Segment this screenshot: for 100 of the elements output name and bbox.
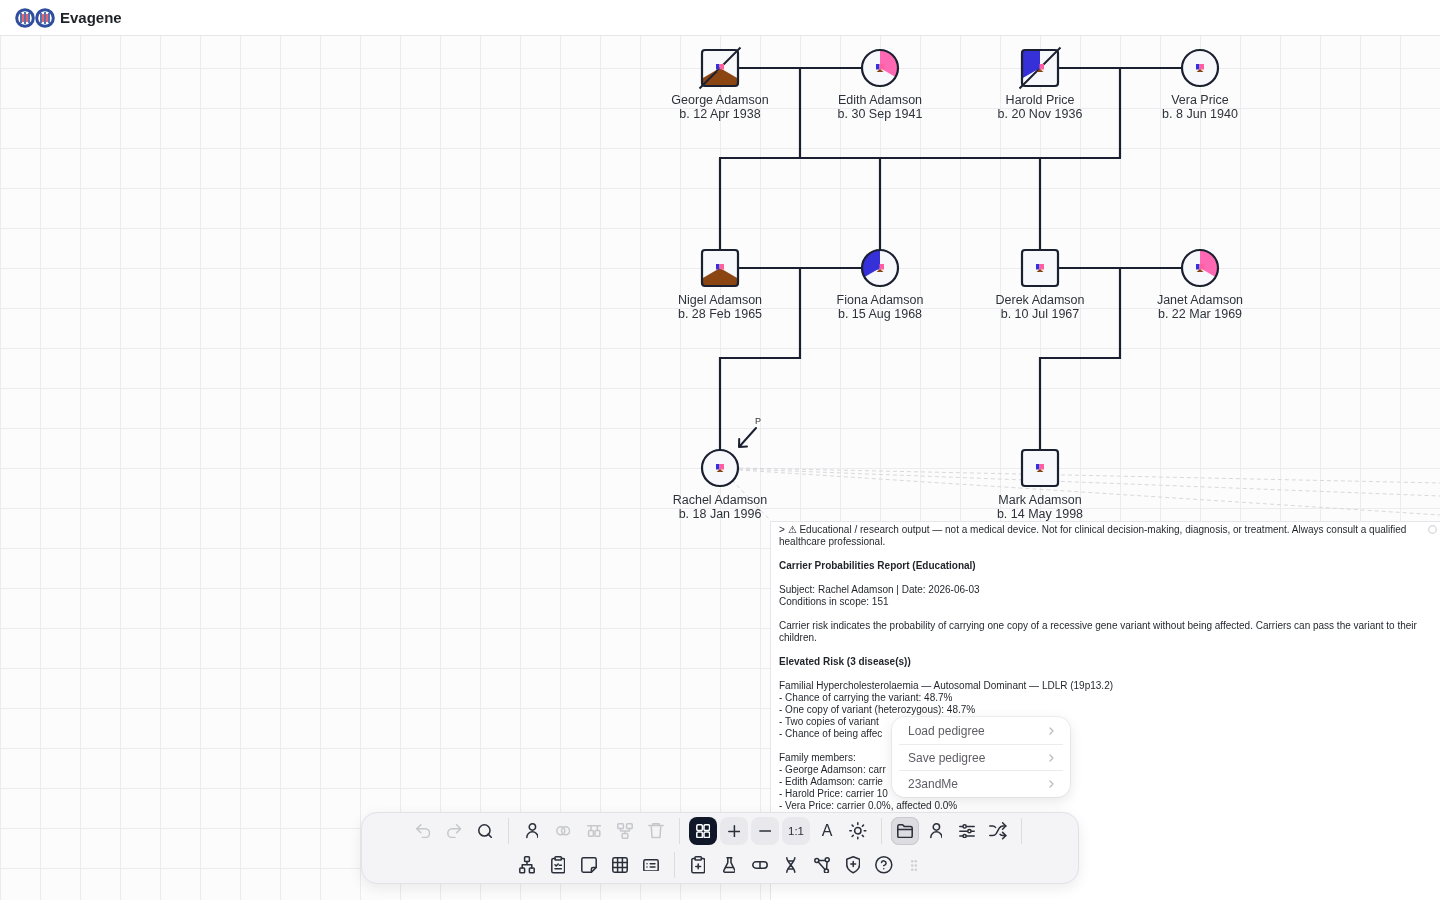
report-heading: Elevated Risk (3 disease(s)) — [779, 656, 912, 668]
person-name: Mark Adamson — [998, 493, 1082, 507]
help-icon — [875, 856, 893, 874]
person-name: Nigel Adamson — [677, 293, 763, 307]
person-name: Rachel Adamson — [672, 493, 768, 507]
redo-arrow-icon — [446, 823, 462, 839]
male-square-symbol[interactable] — [1018, 246, 1062, 290]
person-name: Fiona Adamson — [836, 293, 924, 307]
undo-arrow-icon — [415, 823, 431, 839]
circle-icon — [1428, 525, 1437, 534]
report-line: Family members: — [779, 752, 856, 764]
female-circle-symbol[interactable] — [858, 246, 902, 290]
toolbar-button[interactable]: 1:1 — [782, 817, 810, 845]
birth-date: b. 20 Nov 1936 — [997, 107, 1083, 121]
shuffle-icon — [989, 822, 1007, 840]
sliders-icon — [959, 823, 975, 839]
male-square-symbol[interactable] — [698, 246, 742, 290]
toolbar-button[interactable] — [689, 817, 717, 845]
grip-handle-icon[interactable] — [911, 859, 917, 871]
toolbar-button[interactable] — [720, 817, 748, 845]
mini-flag-icon — [1036, 64, 1044, 72]
person-name: Vera Price — [1171, 93, 1229, 107]
male-square-symbol[interactable] — [1018, 46, 1062, 90]
menu-item[interactable]: Save pedigree — [899, 744, 1063, 770]
report-line: Conditions in scope: 151 — [779, 596, 889, 608]
trash-icon — [648, 823, 664, 839]
birth-date: b. 18 Jan 1996 — [678, 507, 762, 521]
report-line: Familial Hypercholesterolaemia — Autosomal Dominant — LDLR (19p13.2) — [779, 680, 1114, 692]
proband-label: P — [755, 416, 761, 426]
mini-flag-icon — [1196, 64, 1204, 72]
sun-icon — [849, 822, 867, 840]
branch-icon — [586, 825, 602, 837]
person-name: Janet Adamson — [1156, 293, 1244, 307]
person-name: Derek Adamson — [995, 293, 1085, 307]
report-paragraph: Carrier risk indicates the probability of carrying one copy of a recessive gene variant without being affected. Carriers can pass the variant to their children. — [779, 620, 1418, 644]
birth-date: b. 28 Feb 1965 — [677, 307, 763, 321]
report-line: Subject: Rachel Adamson | Date: 2026-06-03 — [779, 584, 980, 596]
birth-date: b. 8 Jun 1940 — [1162, 107, 1238, 121]
mini-flag-icon — [1196, 264, 1204, 272]
sitemap-icon — [519, 856, 535, 874]
report-line: - Chance of being affec — [779, 728, 883, 740]
report-line: - Chance of carrying the variant: 48.7% — [779, 692, 953, 704]
dna-logo-icon — [15, 7, 55, 28]
person-name: Harold Price — [1005, 93, 1075, 107]
grid-icon — [695, 823, 711, 839]
person-name: Edith Adamson — [837, 93, 923, 107]
birth-date: b. 15 Aug 1968 — [837, 307, 923, 321]
report-paragraph: > ⚠ Educational / research output — not a medical device. Not for clinical decision-making, diagnosis, or treatment. Always consult a qualified healthcare professional. — [779, 524, 1408, 548]
menu-item[interactable]: 23andMe — [899, 770, 1063, 796]
search-icon — [477, 823, 493, 839]
female-circle-symbol[interactable] — [1178, 246, 1222, 290]
clipboard-check-icon — [550, 856, 566, 874]
birth-date: b. 22 Mar 1969 — [1157, 307, 1243, 321]
chevron-right-icon — [1049, 727, 1054, 735]
female-circle-symbol[interactable] — [698, 446, 742, 490]
female-circle-symbol[interactable] — [1178, 46, 1222, 90]
report-line: - Vera Price: carrier 0.0%, affected 0.0% — [779, 800, 958, 812]
birth-date: b. 12 Apr 1938 — [679, 107, 761, 121]
chevron-right-icon — [1049, 753, 1054, 762]
sticky-note-icon — [581, 857, 597, 873]
connected-nodes-icon — [814, 856, 830, 874]
mini-flag-icon — [876, 264, 884, 272]
male-square-symbol[interactable] — [1018, 446, 1062, 490]
birth-date: b. 14 May 1998 — [996, 507, 1084, 521]
hierarchy-icon — [617, 823, 633, 839]
mini-flag-icon — [1036, 464, 1044, 472]
capsule-icon — [752, 861, 768, 869]
folder-icon — [897, 823, 913, 839]
toolbar-button[interactable] — [891, 817, 919, 845]
flask-icon — [722, 857, 736, 873]
chevron-right-icon — [1049, 779, 1054, 788]
list-card-icon — [643, 858, 659, 872]
birth-date: b. 10 Jul 1967 — [1000, 307, 1080, 321]
report-line: - Edith Adamson: carrie — [779, 776, 883, 788]
birth-date: b. 30 Sep 1941 — [837, 107, 923, 121]
report-line: - Harold Price: carrier 10 — [779, 788, 888, 800]
male-square-symbol[interactable] — [698, 46, 742, 90]
plus-icon — [727, 824, 741, 838]
person-icon — [929, 823, 943, 839]
menu-item[interactable]: Load pedigree — [899, 718, 1063, 744]
app-name: Evagene — [60, 9, 122, 26]
mini-flag-icon — [876, 64, 884, 72]
table-icon — [612, 857, 628, 873]
person-name: George Adamson — [671, 93, 769, 107]
report-line: - One copy of variant (heterozygous): 48.7% — [779, 704, 976, 716]
report-line: - George Adamson: carr — [779, 764, 886, 776]
mini-flag-icon — [716, 464, 724, 472]
linked-rings-icon — [555, 826, 571, 836]
dna-icon — [786, 857, 796, 873]
toolbar-button[interactable]: A — [813, 817, 841, 845]
report-line: - Two copies of variant — [779, 716, 879, 728]
clipboard-plus-icon — [690, 856, 706, 874]
person-icon — [525, 823, 539, 839]
shield-plus-icon — [845, 856, 861, 874]
mini-flag-icon — [1036, 264, 1044, 272]
mini-flag-icon — [716, 64, 724, 72]
minus-icon — [758, 830, 772, 832]
female-circle-symbol[interactable] — [858, 46, 902, 90]
report-heading: Carrier Probabilities Report (Educational) — [779, 560, 977, 572]
mini-flag-icon — [716, 264, 724, 272]
